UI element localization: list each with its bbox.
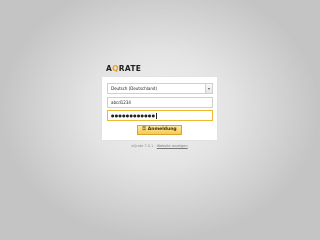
chevron-down-icon[interactable]: ▾	[205, 84, 212, 93]
aqrate-logo: AQRATE	[106, 64, 141, 74]
username-field[interactable]: abcd1234	[107, 97, 213, 108]
language-select[interactable]: Deutsch (Deutschland) ▾	[107, 83, 213, 94]
language-select-value: Deutsch (Deutschland)	[111, 86, 157, 91]
password-value: ●●●●●●●●●●●●	[111, 113, 156, 118]
username-value: abcd1234	[111, 100, 131, 105]
website-link[interactable]: Website anzeigen	[157, 144, 188, 148]
key-icon: ⚿	[142, 127, 146, 132]
version-text: aQrate 7.5.1	[131, 144, 154, 148]
password-field[interactable]: ●●●●●●●●●●●●	[107, 110, 213, 121]
text-caret	[156, 113, 158, 119]
logo-text-rest: RATE	[118, 64, 142, 73]
login-button-label: Anmeldung	[147, 127, 177, 132]
footer: aQrate 7.5.1 · Website anzeigen	[101, 144, 218, 149]
logo-letter-q: Q	[112, 64, 119, 73]
login-button[interactable]: ⚿ Anmeldung	[137, 125, 182, 135]
